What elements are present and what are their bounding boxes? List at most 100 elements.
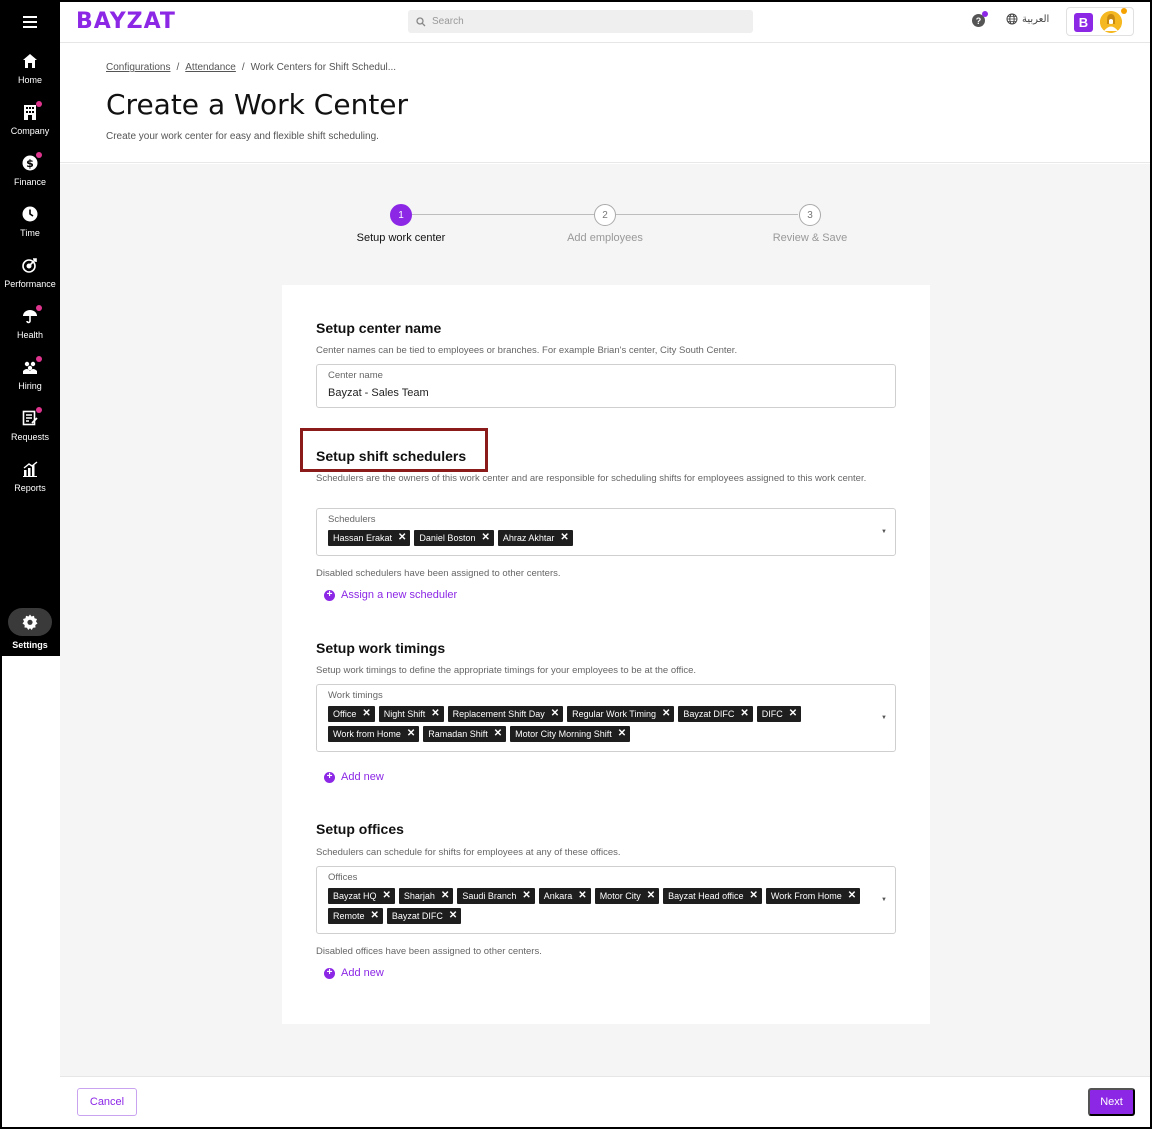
sidebar-item-finance[interactable]: $ Finance — [0, 152, 60, 187]
chip: Ramadan Shift ✕ — [423, 726, 507, 742]
section-title-center-name: Setup center name — [316, 320, 442, 336]
close-icon[interactable]: ✕ — [522, 891, 530, 901]
help-icon[interactable]: ? — [972, 11, 988, 27]
chevron-down-icon[interactable]: ▼ — [881, 715, 887, 721]
close-icon[interactable]: ✕ — [398, 533, 406, 543]
sidebar-item-label: Requests — [10, 432, 50, 442]
sidebar-item-health[interactable]: Health — [0, 305, 60, 340]
footer: Cancel Next — [60, 1076, 1150, 1127]
plus-icon: + — [324, 967, 335, 979]
globe-icon — [1006, 13, 1018, 25]
field-label: Schedulers — [328, 514, 376, 525]
center-name-field[interactable]: Center name Bayzat - Sales Team — [316, 364, 896, 408]
sidebar: Home Company $ Finance Time Performance … — [0, 0, 60, 656]
chevron-down-icon[interactable]: ▼ — [881, 897, 887, 903]
avatar — [1100, 11, 1122, 33]
close-icon[interactable]: ✕ — [578, 891, 586, 901]
language-switch[interactable]: العربية — [1006, 13, 1049, 25]
section-desc-center-name: Center names can be tied to employees or… — [316, 345, 738, 356]
close-icon[interactable]: ✕ — [789, 709, 797, 719]
target-icon — [21, 256, 39, 274]
home-icon — [21, 52, 39, 70]
chip-label: Ahraz Akhtar — [502, 533, 555, 543]
work-timings-select[interactable]: Work timings Office ✕ Night Shift ✕ Replacem… — [316, 684, 896, 752]
close-icon[interactable]: ✕ — [647, 891, 655, 901]
close-icon[interactable]: ✕ — [740, 709, 748, 719]
sidebar-item-hiring[interactable]: Hiring — [0, 356, 60, 391]
chip-label: Bayzat DIFC — [391, 911, 443, 921]
umbrella-icon — [21, 305, 42, 325]
chip-label: Motor City Morning Shift — [515, 729, 612, 739]
offices-select[interactable]: Offices Bayzat HQ ✕ Sharjah ✕ Saudi Branch ✕ A… — [316, 866, 896, 934]
close-icon[interactable]: ✕ — [481, 533, 489, 543]
sidebar-item-requests[interactable]: Requests — [0, 407, 60, 442]
logo[interactable]: BAYZAT — [76, 9, 176, 34]
close-icon[interactable]: ✕ — [560, 533, 568, 543]
field-value: Bayzat - Sales Team — [328, 387, 429, 399]
sidebar-item-settings[interactable]: Settings — [0, 608, 60, 650]
sidebar-item-performance[interactable]: Performance — [0, 256, 60, 289]
field-label: Offices — [328, 872, 358, 883]
add-office-link[interactable]: + Add new — [324, 967, 384, 979]
plus-icon: + — [324, 589, 335, 601]
chip-label: Ankara — [543, 891, 573, 901]
sidebar-item-label: Company — [10, 126, 50, 136]
chip-label: Daniel Boston — [419, 533, 476, 543]
sidebar-item-label: Health — [16, 330, 43, 340]
cancel-button[interactable]: Cancel — [77, 1088, 137, 1116]
sidebar-item-company[interactable]: Company — [0, 101, 60, 136]
close-icon[interactable]: ✕ — [407, 729, 415, 739]
chip: Bayzat DIFC ✕ — [386, 908, 462, 924]
sidebar-item-reports[interactable]: Reports — [0, 460, 60, 493]
chip: DIFC ✕ — [756, 706, 802, 722]
chip: Hassan Erakat ✕ — [328, 530, 411, 546]
chip: Bayzat HQ ✕ — [328, 888, 395, 904]
breadcrumb: Configurations / Attendance / Work Cente… — [106, 62, 397, 73]
chip-label: Saudi Branch — [462, 891, 517, 901]
close-icon[interactable]: ✕ — [441, 891, 449, 901]
chip-label: Sharjah — [403, 891, 435, 901]
close-icon[interactable]: ✕ — [494, 729, 502, 739]
chip: Replacement Shift Day ✕ — [447, 706, 564, 722]
company-badge: B — [1074, 13, 1093, 32]
chip-label: Work From Home — [770, 891, 842, 901]
section-title-offices: Setup offices — [316, 821, 404, 837]
chip: Sharjah ✕ — [398, 888, 454, 904]
chip: Motor City ✕ — [594, 888, 660, 904]
step-setup-work-center: 1 Setup work center — [321, 204, 481, 244]
chart-icon — [21, 460, 39, 478]
close-icon[interactable]: ✕ — [362, 709, 370, 719]
close-icon[interactable]: ✕ — [848, 891, 856, 901]
close-icon[interactable]: ✕ — [371, 911, 379, 921]
close-icon[interactable]: ✕ — [749, 891, 757, 901]
chip: Remote ✕ — [328, 908, 383, 924]
assign-scheduler-link[interactable]: + Assign a new scheduler — [324, 589, 457, 601]
page-subtitle: Create your work center for easy and fle… — [106, 131, 379, 142]
search-input[interactable]: Search — [408, 10, 753, 33]
next-button[interactable]: Next — [1088, 1088, 1135, 1116]
sidebar-item-label: Finance — [13, 177, 47, 187]
sidebar-item-home[interactable]: Home — [0, 52, 60, 85]
close-icon[interactable]: ✕ — [618, 729, 626, 739]
close-icon[interactable]: ✕ — [383, 891, 391, 901]
field-label: Work timings — [328, 690, 383, 701]
close-icon[interactable]: ✕ — [662, 709, 670, 719]
menu-icon[interactable] — [0, 12, 60, 32]
close-icon[interactable]: ✕ — [551, 709, 559, 719]
chip-label: Bayzat DIFC — [683, 709, 735, 719]
breadcrumb-configurations[interactable]: Configurations — [106, 62, 170, 73]
chip-label: Work from Home — [333, 729, 401, 739]
chevron-down-icon[interactable]: ▼ — [881, 529, 887, 535]
svg-text:$: $ — [26, 157, 34, 170]
page-header: Configurations / Attendance / Work Cente… — [60, 43, 1150, 163]
schedulers-select[interactable]: Schedulers Hassan Erakat ✕ Daniel Boston ✕ A… — [316, 508, 896, 556]
breadcrumb-attendance[interactable]: Attendance — [185, 62, 236, 73]
account-menu[interactable]: B — [1066, 7, 1134, 36]
chip: Ahraz Akhtar ✕ — [497, 530, 573, 546]
close-icon[interactable]: ✕ — [431, 709, 439, 719]
sidebar-item-time[interactable]: Time — [0, 205, 60, 238]
search-icon — [416, 16, 426, 26]
close-icon[interactable]: ✕ — [449, 911, 457, 921]
chip-list: Office ✕ Night Shift ✕ Replacement Shift Day… — [328, 706, 865, 742]
add-work-timing-link[interactable]: + Add new — [324, 771, 384, 783]
